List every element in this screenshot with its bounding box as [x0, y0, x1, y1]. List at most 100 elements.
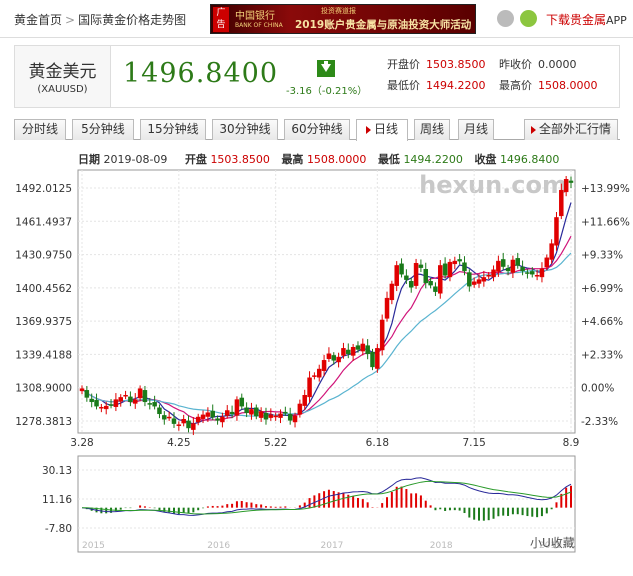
candle-body — [176, 424, 182, 426]
candle-body — [360, 343, 366, 352]
candle-body — [413, 263, 419, 286]
candle-body — [379, 319, 385, 351]
candle-body — [147, 403, 153, 405]
x-tick-label: 6.18 — [366, 437, 389, 449]
candle-body — [263, 412, 269, 420]
candle-body — [287, 414, 293, 421]
candle-body — [433, 286, 438, 292]
candle-body — [336, 356, 341, 363]
y-tick-label: 1278.3813 — [15, 416, 72, 428]
candle-body — [210, 410, 215, 418]
pct-tick-label: 0.00% — [581, 383, 614, 395]
pct-tick-label: +2.33% — [581, 349, 623, 361]
candle-body — [321, 360, 327, 371]
candle-body — [350, 347, 356, 356]
candle-body — [224, 410, 230, 416]
x-tick-label: 3.28 — [70, 437, 93, 449]
candle-body — [133, 399, 138, 404]
candle-body — [515, 258, 520, 266]
pct-tick-label: -2.33% — [581, 416, 618, 428]
candle-body — [563, 179, 569, 193]
candle-body — [113, 399, 119, 407]
candle-body — [292, 415, 298, 423]
candle-body — [476, 279, 482, 284]
candle-body — [331, 355, 337, 361]
candle-body — [525, 272, 530, 274]
x-tick-label: 8.9 — [563, 437, 580, 449]
candle-body — [273, 415, 278, 418]
candle-body — [471, 281, 477, 285]
candle-body — [244, 407, 249, 413]
pct-tick-label: +6.99% — [581, 283, 623, 295]
candle-body — [467, 272, 472, 287]
candle-body — [137, 388, 143, 399]
x-tick-label: 5.22 — [264, 437, 287, 449]
indicator-y-tick: 11.16 — [42, 494, 72, 506]
candle-body — [283, 411, 288, 414]
candle-body — [365, 345, 370, 355]
candle-body — [239, 397, 245, 407]
candle-body — [249, 409, 254, 415]
candle-body — [447, 261, 453, 278]
candle-body — [428, 281, 433, 286]
candle-body — [118, 397, 123, 402]
year-label: 2015 — [82, 541, 105, 551]
candle-body — [452, 260, 458, 265]
y-tick-label: 1492.0125 — [15, 183, 72, 195]
candle-body — [408, 281, 414, 288]
candle-body — [220, 416, 225, 423]
candle-body — [534, 275, 540, 277]
candle-body — [510, 259, 516, 273]
candle-body — [157, 407, 162, 415]
price-plot-area — [77, 169, 576, 434]
y-tick-label: 1400.4562 — [15, 283, 72, 295]
candle-body — [404, 275, 409, 280]
candle-body — [215, 418, 220, 421]
candle-body — [442, 263, 448, 276]
candle-body — [200, 414, 206, 419]
candle-body — [162, 415, 167, 420]
candle-body — [326, 353, 332, 359]
candle-body — [559, 189, 564, 217]
candle-body — [268, 414, 274, 418]
candle-body — [481, 277, 487, 282]
candle-body — [229, 411, 235, 415]
y-tick-label: 1339.4188 — [15, 349, 72, 361]
candle-body — [186, 420, 191, 429]
candle-body — [370, 351, 375, 368]
candle-body — [316, 368, 322, 378]
candle-body — [568, 180, 574, 183]
candle-body — [307, 377, 312, 398]
y-tick-label: 1430.9750 — [15, 250, 72, 262]
candle-body — [103, 405, 109, 410]
indicator-y-tick: -7.80 — [45, 523, 72, 535]
candle-body — [486, 275, 491, 277]
candle-body — [128, 396, 133, 403]
pct-tick-label: +11.66% — [581, 216, 630, 228]
year-label: 2017 — [321, 541, 344, 551]
pct-tick-label: +4.66% — [581, 316, 623, 328]
candle-body — [496, 260, 501, 272]
price-chart[interactable]: 1492.0125 +13.99% 1461.4937 +11.66% 1430.975… — [0, 0, 633, 576]
candle-body — [530, 271, 535, 275]
candle-body — [462, 262, 467, 272]
y-tick-label: 1461.4937 — [15, 216, 72, 228]
indicator-y-tick: 30.13 — [42, 465, 72, 477]
candle-body — [195, 416, 201, 423]
candle-body — [234, 399, 240, 416]
candle-body — [355, 345, 361, 350]
year-label: 2016 — [207, 541, 230, 551]
x-tick-label: 4.25 — [167, 437, 190, 449]
candle-body — [346, 349, 351, 355]
candle-body — [375, 348, 380, 369]
candle-body — [341, 348, 346, 356]
candle-body — [505, 267, 511, 272]
candle-body — [457, 259, 462, 262]
y-tick-label: 1369.9375 — [15, 316, 72, 328]
candle-body — [191, 423, 196, 430]
candle-body — [205, 412, 211, 417]
candle-body — [554, 217, 559, 246]
hexun-watermark: hexun.com — [419, 171, 567, 199]
year-label: 2018 — [430, 541, 453, 551]
candle-body — [152, 402, 157, 407]
